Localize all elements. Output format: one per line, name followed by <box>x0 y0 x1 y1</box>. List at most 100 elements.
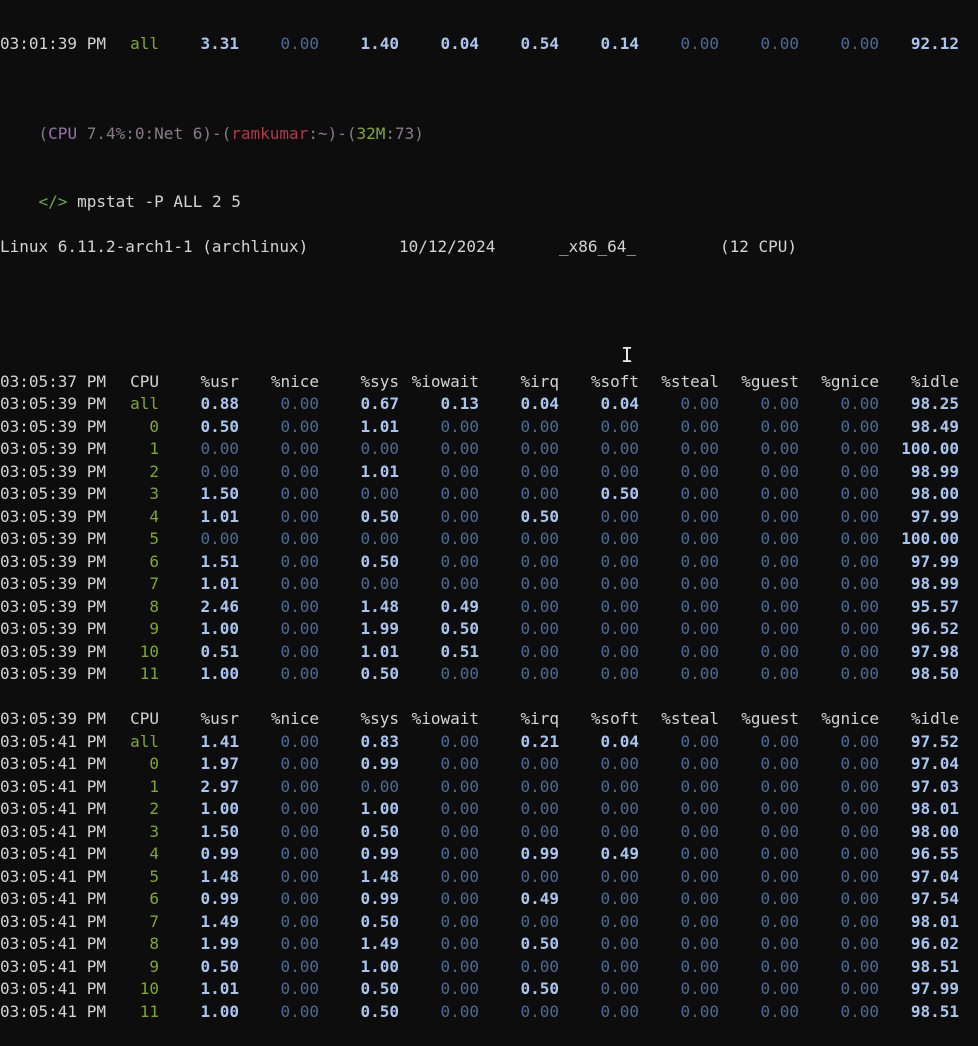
row-cpu: 2 <box>149 799 159 818</box>
row-value: 0.00 <box>760 956 799 976</box>
row-time: 03:05:41 PM <box>0 979 106 998</box>
row-value: 0.99 <box>200 889 239 908</box>
row-value: 0.00 <box>760 731 799 751</box>
table-row: 03:05:39 PM 11 1.00 0.00 0.50 0.00 0.00 0.00 0.0… <box>0 663 978 686</box>
row-value: 0.00 <box>680 484 719 503</box>
row-value: 98.51 <box>910 956 959 976</box>
row-value: 98.49 <box>910 416 959 436</box>
row-value: 0.00 <box>680 754 719 773</box>
prompt-zero: 0 <box>134 124 145 143</box>
row-value: 0.00 <box>520 664 559 683</box>
table-row: 03:05:39 PM 4 1.01 0.00 0.50 0.00 0.50 0.00 0.00… <box>0 506 978 529</box>
row-value: 97.99 <box>910 506 959 526</box>
row-value: 0.00 <box>600 776 639 796</box>
row-value: 0.99 <box>520 844 559 863</box>
shell-prompt: (CPU 7.4%:0:Net 6)-(ramkumar:~)-(32M:73) <box>0 101 978 143</box>
row-time: 03:05:41 PM <box>0 799 106 818</box>
row-value: 0.00 <box>440 551 479 571</box>
column-header: %sys <box>360 371 399 391</box>
row-cpu: all <box>130 394 159 413</box>
row-value: 0.00 <box>520 619 559 638</box>
row-value: 98.50 <box>910 664 959 683</box>
row-value: 0.99 <box>360 889 399 908</box>
row-value: 0.00 <box>760 821 799 841</box>
row-value: 2.97 <box>200 776 239 796</box>
prompt-close: )-( <box>327 124 357 143</box>
row-value: 0.00 <box>280 776 319 796</box>
row-value: 0.00 <box>280 416 319 436</box>
row-value: 0.00 <box>680 529 719 548</box>
row-time: 03:05:39 PM <box>0 664 106 683</box>
row-value: 0.00 <box>680 664 719 683</box>
header-time: 03:05:39 PM <box>0 709 106 728</box>
row-value: 0.00 <box>600 934 639 953</box>
row-time: 03:05:41 PM <box>0 776 106 796</box>
row-value: 0.00 <box>840 911 879 931</box>
row-value: 0.00 <box>600 529 639 548</box>
row-value: 1.01 <box>200 979 239 998</box>
row-time: 03:05:41 PM <box>0 1001 106 1021</box>
row-value: 0.00 <box>840 619 879 638</box>
row-value: 0.21 <box>520 731 559 751</box>
row-value: 0.00 <box>200 461 239 481</box>
column-header: %irq <box>520 709 559 728</box>
row-value: 0.00 <box>280 506 319 526</box>
terminal-output[interactable]: 03:01:39 PM all 3.31 0.00 1.40 0.04 0.54 0.14 0.… <box>0 0 978 1046</box>
row-value: 1.48 <box>360 866 399 886</box>
row-value: 0.00 <box>600 641 639 661</box>
command-text[interactable]: mpstat -P ALL 2 5 <box>77 192 241 211</box>
row-value: 0.00 <box>680 1001 719 1021</box>
row-value: 0.00 <box>440 484 479 503</box>
row-value: 0.00 <box>280 641 319 661</box>
row-value: 1.97 <box>200 754 239 773</box>
row-value: 0.00 <box>200 529 239 548</box>
table-row: 03:05:41 PM 8 1.99 0.00 1.49 0.00 0.50 0.00 0.00… <box>0 933 978 956</box>
column-header: %usr <box>200 371 239 391</box>
row-value: 0.00 <box>760 664 799 683</box>
row-cpu: 8 <box>149 596 159 616</box>
row-value: 0.00 <box>280 1001 319 1021</box>
row-value: 0.00 <box>760 776 799 796</box>
row-value: 0.88 <box>200 394 239 413</box>
row-value: 0.00 <box>440 776 479 796</box>
row-value: 0.00 <box>600 1001 639 1021</box>
row-time: 03:05:39 PM <box>0 484 106 503</box>
row-value: 0.00 <box>760 979 799 998</box>
row-value: 0.50 <box>360 979 399 998</box>
row-value: 0.00 <box>680 461 719 481</box>
row-value: 0.00 <box>440 731 479 751</box>
row-value: 0.00 <box>760 529 799 548</box>
row-value: 0.00 <box>840 776 879 796</box>
command-line[interactable]: </> mpstat -P ALL 2 5 <box>0 168 978 211</box>
arch-info: _x86_64_ <box>559 236 637 256</box>
row-value: 97.99 <box>910 551 959 571</box>
table-row: 03:05:39 PM 6 1.51 0.00 0.50 0.00 0.00 0.00 0.00… <box>0 551 978 574</box>
row-value: 0.00 <box>280 799 319 818</box>
row-value: 0.00 <box>520 641 559 661</box>
row-value: 0.00 <box>840 979 879 998</box>
row-cpu: 3 <box>149 821 159 841</box>
row-value: 0.00 <box>280 956 319 976</box>
row-value: 0.00 <box>680 776 719 796</box>
row-cpu: 6 <box>149 889 159 908</box>
row-value: 0.00 <box>760 461 799 481</box>
row-time: 03:05:39 PM <box>0 619 106 638</box>
row-cpu: 4 <box>149 506 159 526</box>
row-cpu: 5 <box>149 866 159 886</box>
row-value: 0.00 <box>360 484 399 503</box>
row-value: 0.00 <box>600 956 639 976</box>
row-value: 98.25 <box>910 394 959 413</box>
row-time: 03:05:39 PM <box>0 394 106 413</box>
row-value: 0.00 <box>520 529 559 548</box>
row-value: 0.54 <box>520 34 559 53</box>
row-value: 1.48 <box>360 596 399 616</box>
row-value: 0.00 <box>280 731 319 751</box>
row-value: 0.00 <box>680 866 719 886</box>
row-value: 0.00 <box>840 1001 879 1021</box>
row-value: 1.00 <box>360 799 399 818</box>
row-value: 1.01 <box>360 416 399 436</box>
row-value: 0.50 <box>600 484 639 503</box>
column-header: %nice <box>270 709 319 728</box>
row-value: 0.00 <box>440 574 479 593</box>
row-value: 0.83 <box>360 731 399 751</box>
